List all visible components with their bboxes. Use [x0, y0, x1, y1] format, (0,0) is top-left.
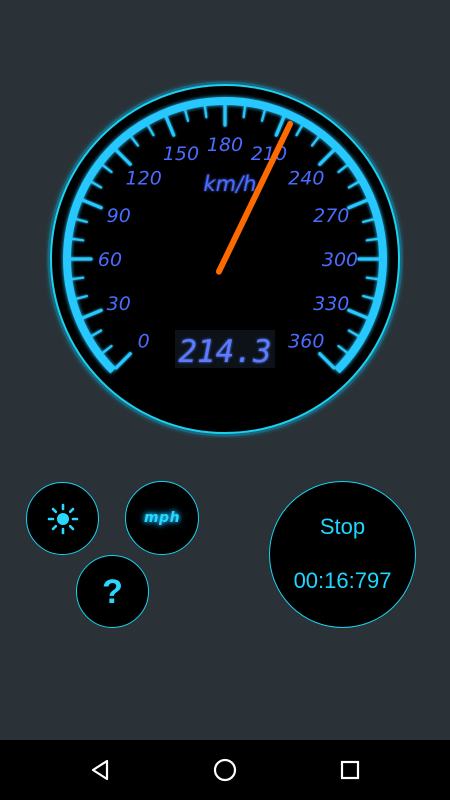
scale-label: 300 — [322, 249, 358, 271]
scale-label: 330 — [313, 293, 349, 315]
timer-readout: 00:16:797 — [293, 567, 392, 593]
scale-label: 360 — [288, 330, 324, 352]
scale-label: 150 — [163, 143, 199, 165]
nav-back-button[interactable] — [80, 750, 120, 790]
scale-label: 120 — [126, 168, 162, 190]
minor-tick — [71, 276, 85, 281]
scale-label: 0 — [138, 330, 150, 352]
minor-tick — [365, 237, 379, 242]
android-navigation-bar — [0, 740, 450, 800]
scale-label: 270 — [313, 205, 349, 227]
digital-readout: 214.3 — [178, 334, 271, 370]
brightness-button[interactable] — [26, 482, 99, 555]
stop-timer-button[interactable]: Stop 00:16:797 — [269, 481, 416, 628]
scale-label: 30 — [107, 293, 131, 315]
scale-label: 240 — [288, 168, 324, 190]
nav-recents-button[interactable] — [330, 750, 370, 790]
scale-label: 180 — [207, 134, 243, 156]
speedometer-gauge: 0306090120150 180 210240270300330360 km/h … — [47, 81, 403, 437]
scale-label: 90 — [107, 205, 131, 227]
back-triangle-icon — [91, 759, 109, 781]
scale-label: 60 — [98, 249, 122, 271]
help-button[interactable]: ? — [76, 555, 149, 628]
minor-tick — [203, 105, 208, 119]
minor-tick — [242, 105, 247, 119]
recents-square-icon — [340, 760, 360, 780]
unit-toggle-mph-button[interactable]: mph — [125, 481, 199, 555]
speedometer-screen: 0 30 60 90 120 150 180 210 240 270 300 330 360 km/h … — [0, 0, 450, 740]
minor-tick — [71, 237, 85, 242]
minor-tick — [365, 276, 379, 281]
question-mark-icon: ? — [102, 572, 123, 611]
nav-home-button[interactable] — [205, 750, 245, 790]
mph-label: mph — [143, 510, 181, 526]
sun-icon — [47, 503, 78, 534]
gauge-unit-label: km/h — [203, 172, 256, 196]
stop-label: Stop — [319, 513, 366, 539]
home-circle-icon — [213, 758, 237, 782]
